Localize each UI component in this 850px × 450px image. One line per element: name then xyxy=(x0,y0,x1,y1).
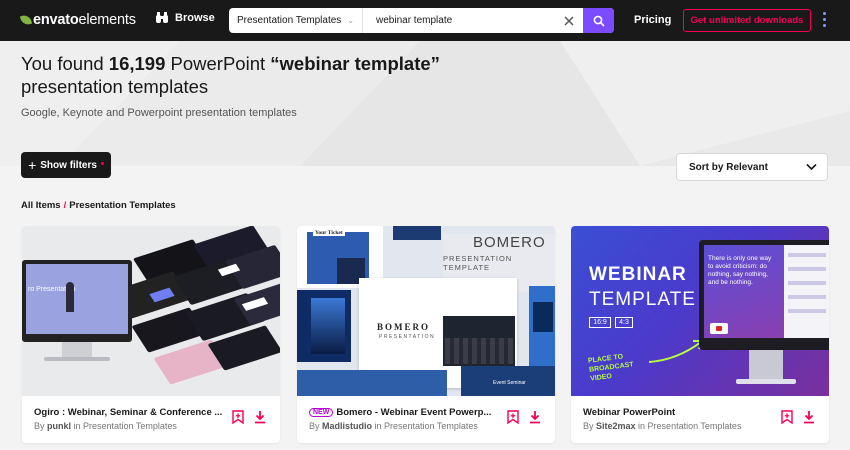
logo-text-bold: envato xyxy=(33,12,79,28)
monitor-illustration: There is only one way to avoid criticism… xyxy=(699,240,829,350)
thumbnail-ratio-tag: 16:9 xyxy=(589,317,611,328)
thumbnail-title: BOMERO xyxy=(473,234,546,251)
result-card[interactable]: ro Presentation Ogiro : Webinar, Seminar… xyxy=(22,226,280,443)
card-title[interactable]: Ogiro : Webinar, Seminar & Conference ..… xyxy=(34,407,224,418)
envato-elements-logo[interactable]: envatoelements xyxy=(19,10,136,30)
card-title[interactable]: Webinar PowerPoint xyxy=(583,407,773,418)
card-author[interactable]: Madlistudio xyxy=(322,421,372,431)
leaf-icon xyxy=(19,13,33,27)
more-menu-icon[interactable] xyxy=(823,12,829,27)
headline-middle: PowerPoint xyxy=(165,53,271,74)
thumbnail-event-text: Event Seminar xyxy=(493,380,526,386)
thumbnail-logo-sub: PRESENTATION xyxy=(379,334,436,340)
thumbnail-quote: There is only one way to avoid criticism… xyxy=(708,255,772,286)
download-icon[interactable] xyxy=(803,410,815,424)
thumbnail-logo: BOMERO xyxy=(377,322,431,332)
card-author-line: By punkl in Presentation Templates xyxy=(34,421,177,431)
thumbnail-ratio-tag: 4:3 xyxy=(615,317,633,328)
play-icon xyxy=(710,323,728,334)
card-thumbnail[interactable]: Your Ticket BOMERO PRESENTATION TEMPLATE… xyxy=(297,226,555,396)
search-icon xyxy=(593,15,605,27)
card-author-line: By Site2max in Presentation Templates xyxy=(583,421,742,431)
thumbnail-subtitle: PRESENTATION TEMPLATE xyxy=(443,254,513,272)
monitor-illustration: ro Presentation xyxy=(22,260,132,342)
new-badge: NEW xyxy=(309,408,334,417)
card-thumbnail[interactable]: ro Presentation xyxy=(22,226,280,396)
pricing-link[interactable]: Pricing xyxy=(634,14,671,26)
show-filters-label: Show filters xyxy=(40,159,97,171)
search-submit-button[interactable] xyxy=(583,8,614,33)
search-category-select[interactable]: Presentation Templates ⌄ xyxy=(229,8,363,33)
add-to-collection-icon[interactable] xyxy=(507,410,519,424)
breadcrumb-all-items[interactable]: All Items xyxy=(21,200,61,211)
headline-suffix: presentation templates xyxy=(21,76,209,97)
browse-button[interactable]: Browse xyxy=(155,12,215,24)
thumbnail-callout: PLACE TO BROADCAST VIDEO xyxy=(587,353,634,383)
result-count: 16,199 xyxy=(108,53,166,74)
result-card[interactable]: Your Ticket BOMERO PRESENTATION TEMPLATE… xyxy=(297,226,555,443)
thumbnail-heading: WEBINAR TEMPLATE xyxy=(589,264,696,310)
search-input[interactable] xyxy=(363,8,555,33)
chevron-down-icon: ⌄ xyxy=(347,16,355,25)
search-bar: Presentation Templates ⌄ xyxy=(229,8,614,33)
add-to-collection-icon[interactable] xyxy=(781,410,793,424)
breadcrumb: All Items / Presentation Templates xyxy=(21,200,176,211)
get-unlimited-downloads-button[interactable]: Get unlimited downloads xyxy=(683,9,811,32)
chevron-down-icon xyxy=(806,163,817,171)
close-icon xyxy=(564,15,574,26)
card-title[interactable]: NEW Bomero - Webinar Event Powerp... xyxy=(309,407,499,418)
card-author[interactable]: Site2max xyxy=(596,421,636,431)
headline-prefix: You found xyxy=(21,53,109,74)
result-card[interactable]: WEBINAR TEMPLATE 16:9 4:3 PLACE TO BROADCA… xyxy=(571,226,829,443)
binoculars-icon xyxy=(156,12,168,23)
sort-select[interactable]: Sort by Relevant xyxy=(676,153,828,181)
breadcrumb-separator: / xyxy=(63,200,67,211)
download-icon[interactable] xyxy=(529,410,541,424)
search-category-label: Presentation Templates xyxy=(236,15,342,26)
breadcrumb-presentation-templates[interactable]: Presentation Templates xyxy=(69,200,175,211)
add-to-collection-icon[interactable] xyxy=(232,410,244,424)
results-headline: You found 16,199 PowerPoint “webinar tem… xyxy=(21,52,491,98)
card-author-line: By Madlistudio in Presentation Templates xyxy=(309,421,478,431)
arrow-icon xyxy=(648,340,704,363)
download-icon[interactable] xyxy=(254,410,266,424)
top-nav: envatoelements Browse Presentation Templ… xyxy=(0,0,850,41)
browse-label: Browse xyxy=(175,12,215,24)
sort-label: Sort by Relevant xyxy=(689,161,768,173)
card-author[interactable]: punkl xyxy=(47,421,71,431)
results-subtitle: Google, Keynote and Powerpoint presentat… xyxy=(21,107,297,119)
show-filters-button[interactable]: + Show filters xyxy=(21,152,111,178)
thumbnail-ticket-text: Your Ticket xyxy=(313,230,345,236)
logo-text-light: elements xyxy=(78,12,136,28)
clear-search-button[interactable] xyxy=(555,8,583,33)
card-thumbnail[interactable]: WEBINAR TEMPLATE 16:9 4:3 PLACE TO BROADCA… xyxy=(571,226,829,396)
plus-icon: + xyxy=(28,157,37,173)
filter-indicator-dot xyxy=(100,161,104,165)
search-query: “webinar template” xyxy=(270,53,440,74)
